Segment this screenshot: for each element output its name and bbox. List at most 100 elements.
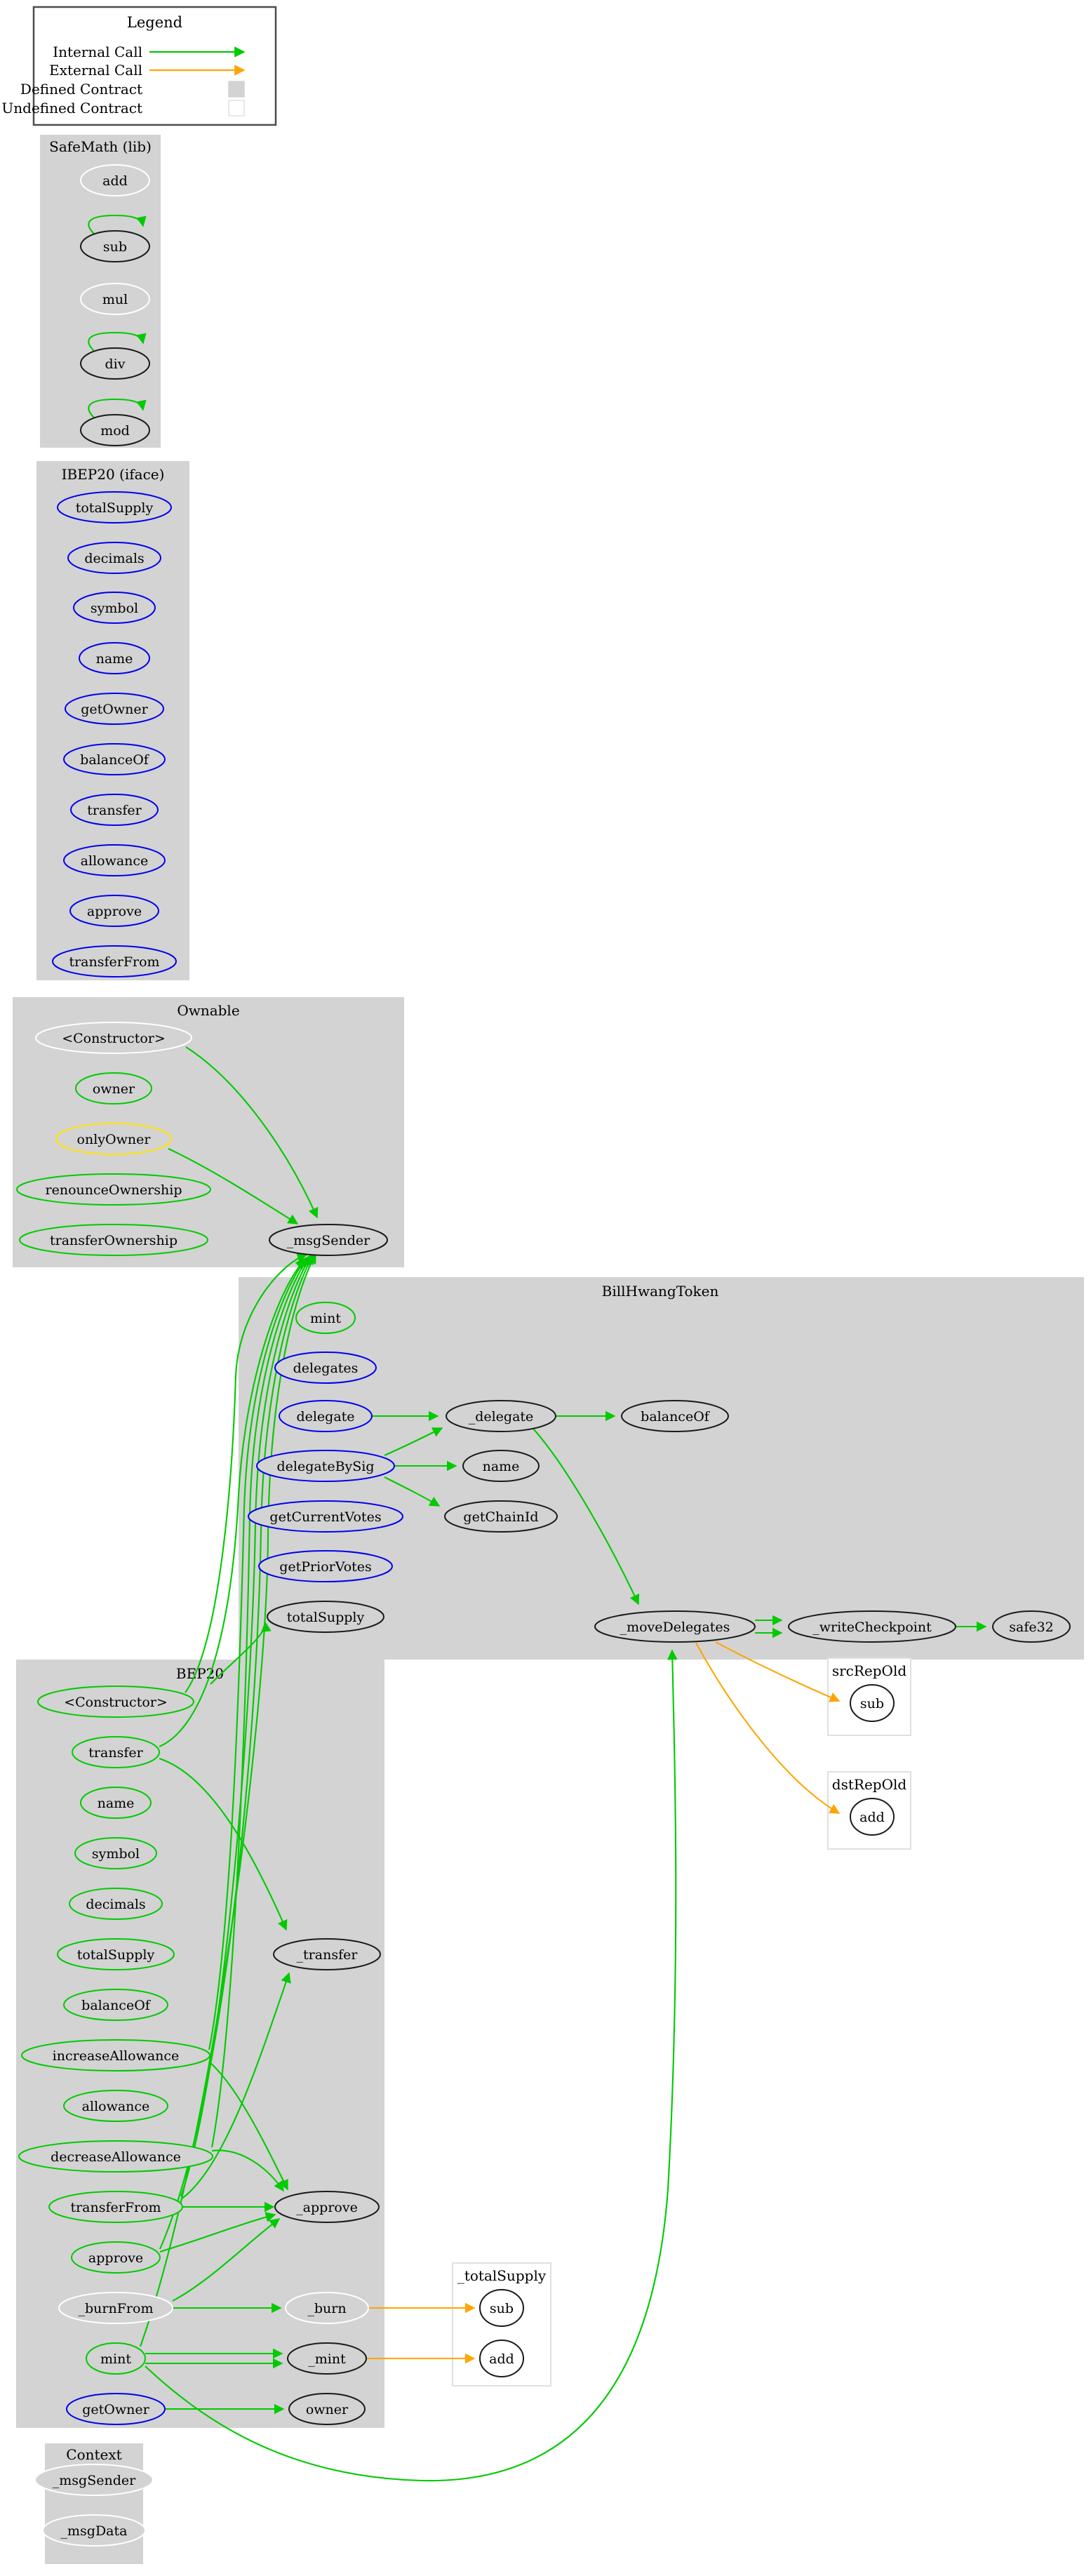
node-p__transfer[interactable]: _transfer xyxy=(273,1938,381,1970)
node-b_writeCheckpoint[interactable]: _writeCheckpoint xyxy=(788,1610,956,1643)
node-sm_add[interactable]: add xyxy=(80,164,150,196)
node-p_getOwner[interactable]: getOwner xyxy=(66,2393,166,2425)
node-o_transferOwn[interactable]: transferOwnership xyxy=(19,1224,208,1256)
node-i_name[interactable]: name xyxy=(79,642,150,674)
legend-box: Legend Internal Call External Call Defined … xyxy=(1,6,277,126)
node-sm_div[interactable]: div xyxy=(80,347,150,380)
node-p__burn[interactable]: _burn xyxy=(285,2292,369,2324)
node-b_getCurrentVotes[interactable]: getCurrentVotes xyxy=(248,1500,403,1533)
node-p_balanceOf[interactable]: balanceOf xyxy=(63,1989,168,2021)
node-label: mod xyxy=(100,423,130,439)
legend-swatch-icon xyxy=(228,81,245,98)
node-label: safe32 xyxy=(1009,1620,1054,1635)
node-label: delegate xyxy=(296,1409,354,1424)
node-o_owner[interactable]: owner xyxy=(75,1072,152,1105)
node-i_transfer[interactable]: transfer xyxy=(70,794,159,826)
node-label: _transfer xyxy=(297,1947,359,1963)
node-b_mint[interactable]: mint xyxy=(295,1302,356,1334)
node-o_ctor[interactable]: <Constructor> xyxy=(35,1022,192,1054)
node-o_onlyOwner[interactable]: onlyOwner xyxy=(55,1123,172,1155)
node-label: add xyxy=(859,1810,885,1825)
node-label: delegates xyxy=(293,1361,359,1376)
legend-item-label: Internal Call xyxy=(53,44,142,60)
node-b_moveDelegates[interactable]: _moveDelegates xyxy=(594,1610,756,1643)
node-p_decimals[interactable]: decimals xyxy=(69,1888,163,1920)
node-label: _burnFrom xyxy=(79,2301,154,2316)
node-o_renounce[interactable]: renounceOwnership xyxy=(16,1173,211,1206)
cluster-title: _totalSupply xyxy=(457,2267,547,2284)
node-b_delegates[interactable]: delegates xyxy=(274,1352,377,1384)
node-label: getOwner xyxy=(82,2402,149,2417)
node-p_symbol[interactable]: symbol xyxy=(74,1837,157,1869)
node-p_owner[interactable]: owner xyxy=(288,2393,366,2425)
node-label: balanceOf xyxy=(80,752,150,768)
node-i_decimals[interactable]: decimals xyxy=(67,542,161,574)
node-label: sub xyxy=(490,2301,514,2316)
node-i_approve[interactable]: approve xyxy=(69,895,159,927)
node-label: transfer xyxy=(87,803,142,818)
cluster-title: IBEP20 (iface) xyxy=(62,466,165,483)
cluster-title: BillHwangToken xyxy=(602,1283,719,1300)
node-label: add xyxy=(102,173,128,189)
node-label: transferFrom xyxy=(69,954,159,970)
node-label: name xyxy=(98,1796,135,1811)
node-i_symbol[interactable]: symbol xyxy=(73,592,156,624)
node-p_name[interactable]: name xyxy=(80,1787,152,1819)
node-p__approve[interactable]: _approve xyxy=(274,2191,380,2223)
node-sm_sub[interactable]: sub xyxy=(80,230,150,262)
node-label: approve xyxy=(87,904,142,919)
node-label: transferFrom xyxy=(70,2200,161,2215)
node-p_mint[interactable]: mint xyxy=(86,2342,146,2375)
node-b_name[interactable]: name xyxy=(462,1450,540,1482)
node-b_safe32[interactable]: safe32 xyxy=(992,1610,1071,1643)
node-i_getOwner[interactable]: getOwner xyxy=(65,693,164,725)
node-p_totalSupply[interactable]: totalSupply xyxy=(57,1938,175,1970)
node-label: _writeCheckpoint xyxy=(812,1620,932,1635)
node-label: _msgData xyxy=(61,2523,128,2539)
node-sm_mul[interactable]: mul xyxy=(80,283,150,315)
node-label: name xyxy=(483,1459,520,1474)
node-i_allowance[interactable]: allowance xyxy=(63,844,166,876)
node-b_delegate[interactable]: delegate xyxy=(279,1400,373,1432)
node-p_decreaseAllowance[interactable]: decreaseAllowance xyxy=(18,2140,213,2173)
node-label: add xyxy=(489,2351,514,2367)
node-b_totalSupply[interactable]: totalSupply xyxy=(267,1601,384,1633)
node-b_balanceOf[interactable]: balanceOf xyxy=(621,1400,729,1432)
node-c_msgData[interactable]: _msgData xyxy=(42,2514,146,2547)
node-o_msgSender[interactable]: _msgSender xyxy=(269,1224,388,1256)
node-p_transferFrom[interactable]: transferFrom xyxy=(48,2191,183,2223)
node-label: <Constructor> xyxy=(62,1031,166,1046)
node-label: delegateBySig xyxy=(276,1459,374,1474)
node-b_getPriorVotes[interactable]: getPriorVotes xyxy=(258,1550,393,1582)
node-b_getChainId[interactable]: getChainId xyxy=(444,1500,558,1533)
node-label: totalSupply xyxy=(76,500,154,516)
node-p_transfer[interactable]: transfer xyxy=(72,1736,160,1768)
node-label: _moveDelegates xyxy=(620,1620,730,1635)
legend-item-label: External Call xyxy=(49,62,142,79)
node-c_msgSender[interactable]: _msgSender xyxy=(34,2464,154,2496)
node-ts_add[interactable]: add xyxy=(479,2340,524,2377)
node-p_approve[interactable]: approve xyxy=(71,2241,161,2274)
node-src_sub[interactable]: sub xyxy=(850,1684,895,1722)
node-i_balanceOf[interactable]: balanceOf xyxy=(63,743,166,775)
node-p__mint[interactable]: _mint xyxy=(287,2342,367,2375)
node-b__delegate[interactable]: _delegate xyxy=(446,1400,556,1432)
cluster-title: dstRepOld xyxy=(832,1776,907,1793)
node-ts_sub[interactable]: sub xyxy=(479,2289,524,2327)
node-label: getCurrentVotes xyxy=(269,1509,381,1525)
node-p_increaseAllowance[interactable]: increaseAllowance xyxy=(21,2039,210,2071)
node-p_burnFrom[interactable]: _burnFrom xyxy=(58,2292,173,2324)
node-label: increaseAllowance xyxy=(53,2048,180,2064)
node-i_transferFrom[interactable]: transferFrom xyxy=(52,945,177,977)
node-label: mint xyxy=(100,2351,131,2367)
node-p_ctor[interactable]: <Constructor> xyxy=(37,1686,194,1718)
node-label: totalSupply xyxy=(77,1947,155,1963)
node-sm_mod[interactable]: mod xyxy=(80,414,150,446)
node-i_totalSupply[interactable]: totalSupply xyxy=(57,491,172,523)
node-label: sub xyxy=(103,239,127,255)
node-p_allowance[interactable]: allowance xyxy=(63,2090,168,2122)
node-dst_add[interactable]: add xyxy=(850,1798,895,1836)
node-label: _mint xyxy=(308,2351,346,2367)
node-label: totalSupply xyxy=(287,1610,365,1625)
node-b_delegateBySig[interactable]: delegateBySig xyxy=(256,1450,395,1482)
